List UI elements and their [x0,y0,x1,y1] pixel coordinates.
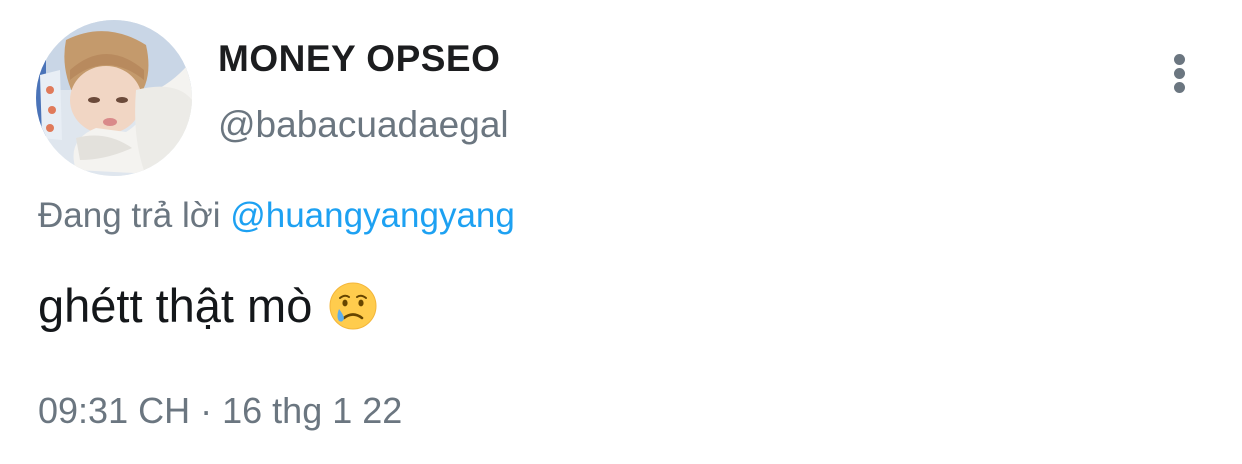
more-options-button[interactable] [1160,50,1200,96]
user-handle[interactable]: @babacuadaegal [218,104,509,146]
reply-context: Đang trả lời @huangyangyang [38,196,515,236]
tweet-body: ghétt thật mò [38,278,378,333]
reply-mention-link[interactable]: @huangyangyang [230,196,515,235]
more-vertical-icon [1174,54,1185,65]
reply-prefix: Đang trả lời [38,196,221,235]
tweet-time: 09:31 CH [38,390,191,431]
crying-face-emoji-icon [329,282,377,329]
avatar-photo-icon [36,20,192,176]
tweet-date: 16 thg 1 22 [222,390,403,431]
avatar[interactable] [36,20,192,176]
tweet-timestamp[interactable]: 09:31 CH · 16 thg 1 22 [38,390,402,432]
display-name[interactable]: MONEY OPSEO [218,38,500,80]
tweet-card: MONEY OPSEO @babacuadaegal Đang trả lời … [0,0,1242,464]
tweet-text: ghétt thật mò [38,279,313,332]
meta-separator: · [200,390,213,431]
